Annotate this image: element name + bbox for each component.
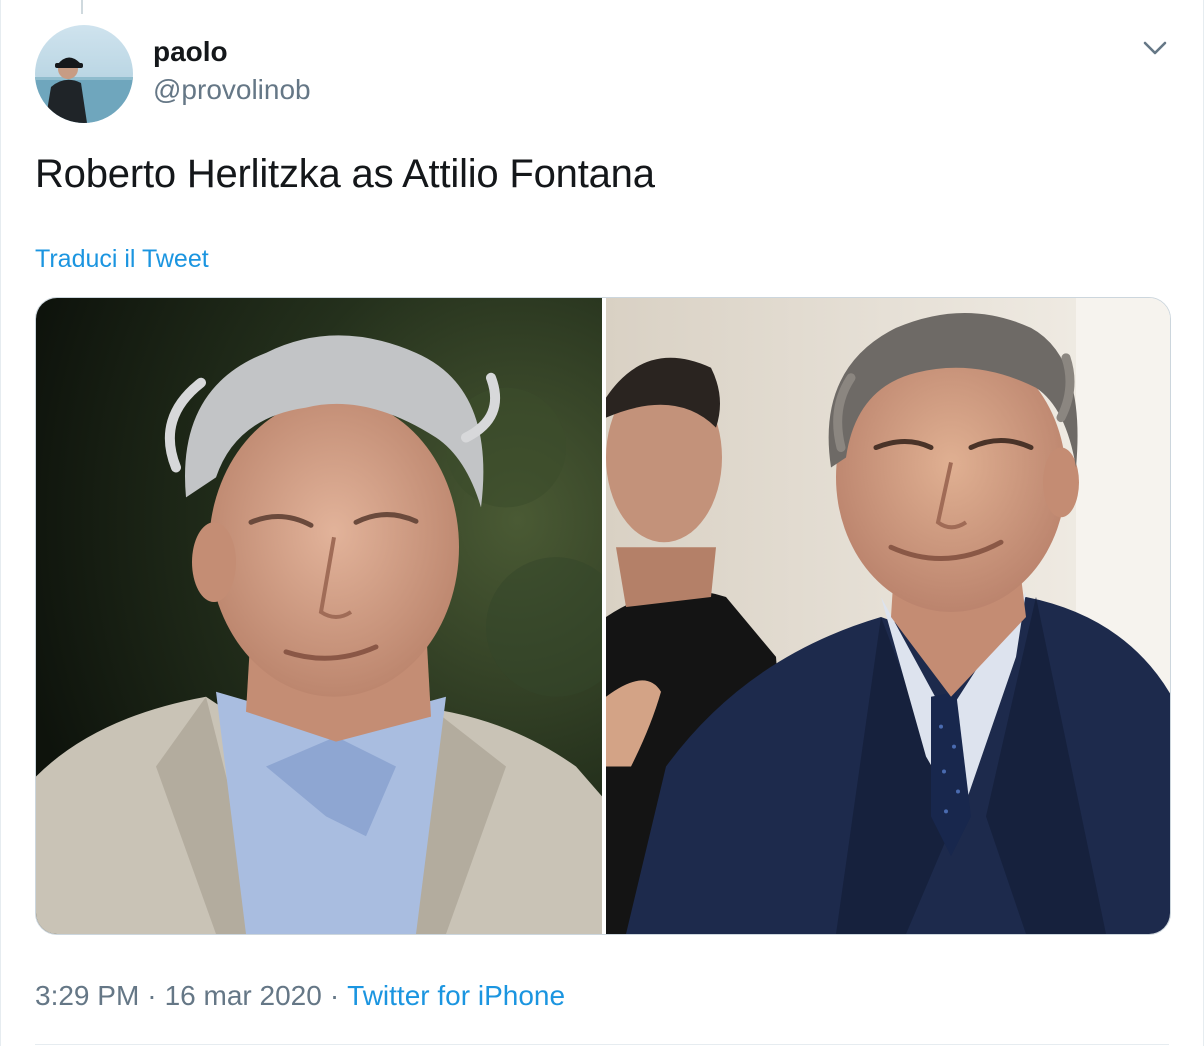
author-block[interactable]: paolo @provolinob [153, 34, 311, 108]
media-grid [35, 297, 1171, 935]
more-options-button[interactable] [1141, 36, 1169, 60]
user-handle[interactable]: @provolinob [153, 72, 311, 108]
tweet-text: Roberto Herlitzka as Attilio Fontana [35, 152, 655, 196]
translate-tweet-link[interactable]: Traduci il Tweet [35, 244, 209, 274]
portrait-photo-left [36, 298, 602, 934]
divider [35, 1044, 1169, 1045]
photo-left[interactable] [36, 298, 602, 934]
avatar[interactable] [35, 25, 133, 123]
tweet-source-link[interactable]: Twitter for iPhone [347, 980, 565, 1011]
avatar-photo [35, 25, 133, 123]
tweet-card: paolo @provolinob Roberto Herlitzka as A… [0, 0, 1204, 1046]
meta-separator: · [329, 980, 340, 1011]
meta-separator: · [147, 980, 157, 1011]
tweet-time[interactable]: 3:29 PM [35, 980, 139, 1011]
thread-connector [81, 0, 83, 14]
tweet-meta: 3:29 PM · 16 mar 2020 · Twitter for iPhone [35, 978, 565, 1014]
photo-right[interactable] [606, 298, 1170, 934]
chevron-down-icon [1143, 41, 1167, 55]
display-name[interactable]: paolo [153, 34, 311, 70]
tweet-date[interactable]: 16 mar 2020 [165, 980, 322, 1011]
portrait-photo-right [606, 298, 1170, 934]
